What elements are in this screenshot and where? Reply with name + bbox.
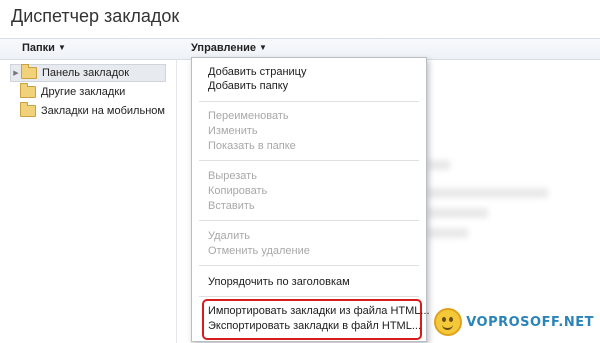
folder-label: Панель закладок xyxy=(42,67,130,79)
menu-item-edit: Изменить xyxy=(208,125,258,137)
smiley-icon xyxy=(434,308,463,336)
expand-arrow-icon[interactable]: ▶ xyxy=(11,69,21,77)
menu-item-rename: Переименовать xyxy=(208,110,289,122)
blurred-content xyxy=(428,160,450,170)
menu-item-export-html[interactable]: Экспортировать закладки в файл HTML... xyxy=(208,319,421,333)
folder-label: Другие закладки xyxy=(41,86,126,98)
folder-label: Закладки на мобильном xyxy=(41,105,165,117)
folder-tree: ▶ Панель закладок Другие закладки Заклад… xyxy=(0,59,177,343)
menu-item-delete: Удалить xyxy=(208,230,250,242)
menu-separator xyxy=(199,265,419,266)
blurred-content xyxy=(428,188,548,198)
manage-dropdown-menu: Добавить страницу Добавить папку Переиме… xyxy=(191,57,430,342)
manage-menu-button[interactable]: Управление ▼ xyxy=(191,42,267,54)
menu-item-sort-by-title[interactable]: Упорядочить по заголовкам xyxy=(208,275,350,289)
caret-down-icon: ▼ xyxy=(57,43,66,52)
menu-item-undo-delete: Отменить удаление xyxy=(208,245,310,257)
menu-separator xyxy=(199,160,419,161)
folder-item-mobile-bookmarks[interactable]: Закладки на мобильном xyxy=(10,102,166,120)
folder-icon xyxy=(21,64,37,79)
folder-icon xyxy=(20,83,36,98)
window-title: Диспетчер закладок xyxy=(11,6,180,26)
menu-separator xyxy=(199,220,419,221)
menu-separator xyxy=(199,296,419,297)
watermark-logo: VOPROSOFF.NET xyxy=(434,308,594,336)
blurred-content xyxy=(428,228,468,238)
menu-item-add-page[interactable]: Добавить страницу xyxy=(208,65,306,79)
caret-down-icon: ▼ xyxy=(259,43,267,52)
blurred-content xyxy=(428,208,488,218)
folder-item-other-bookmarks[interactable]: Другие закладки xyxy=(10,83,166,101)
menu-item-paste: Вставить xyxy=(208,200,255,212)
menu-separator xyxy=(199,101,419,102)
menu-item-import-html[interactable]: Импортировать закладки из файла HTML... xyxy=(208,304,430,318)
folders-menu-button[interactable]: Папки ▼ xyxy=(22,42,66,54)
folder-icon xyxy=(20,102,36,117)
menu-item-show-in-folder: Показать в папке xyxy=(208,140,296,152)
folders-label: Папки xyxy=(22,42,55,54)
watermark-text: VOPROSOFF.NET xyxy=(466,314,594,330)
menu-item-cut: Вырезать xyxy=(208,170,257,182)
folder-item-bookmarks-bar[interactable]: ▶ Панель закладок xyxy=(10,64,166,82)
manage-label: Управление xyxy=(191,42,257,54)
menu-item-copy: Копировать xyxy=(208,185,268,197)
menu-item-add-folder[interactable]: Добавить папку xyxy=(208,79,288,93)
